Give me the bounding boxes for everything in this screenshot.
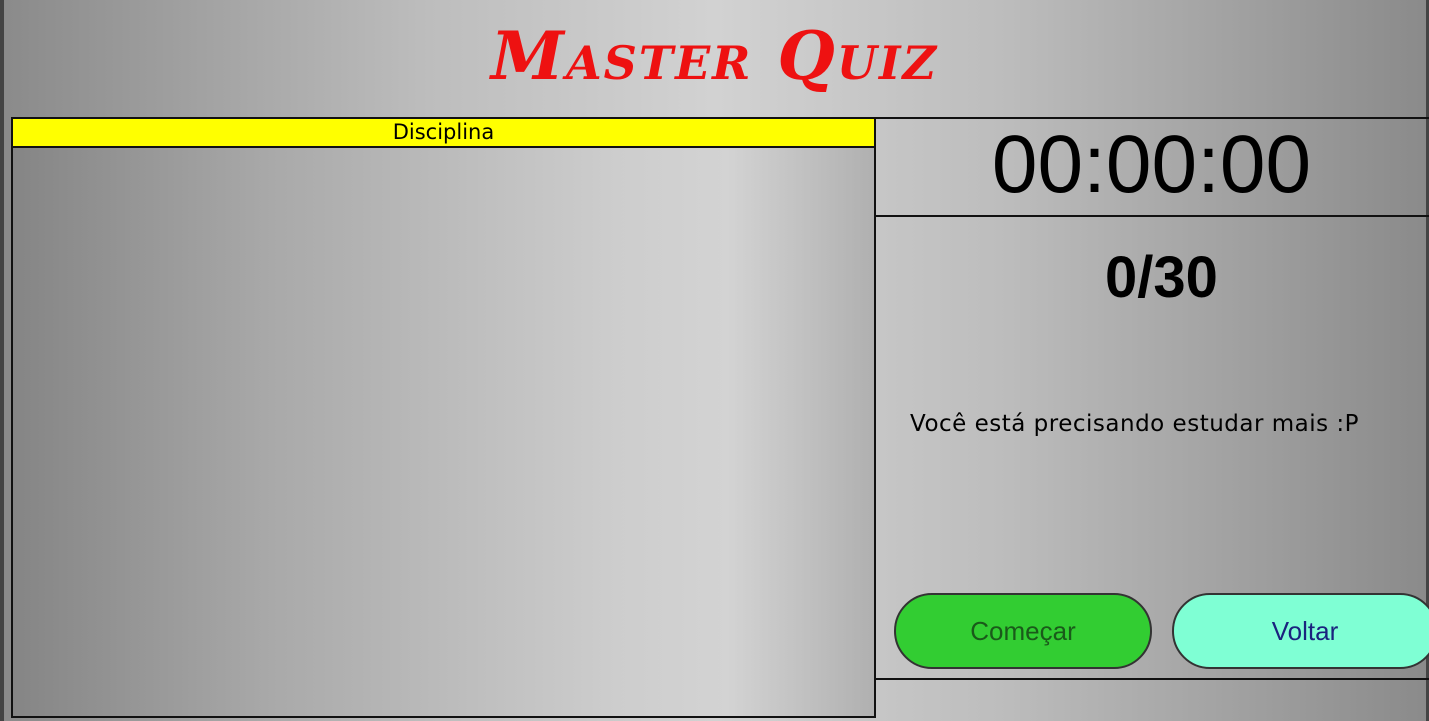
result-message: Você está precisando estudar mais :P <box>910 411 1360 437</box>
discipline-panel: Disciplina <box>11 117 876 718</box>
start-button[interactable]: Começar <box>894 593 1152 669</box>
timer-display: 00:00:00 <box>874 119 1429 217</box>
left-edge-bar <box>0 0 4 721</box>
back-button[interactable]: Voltar <box>1172 593 1429 669</box>
status-panel: 00:00:00 0/30 Você está precisando estud… <box>874 117 1429 680</box>
page-title: Master Quiz <box>490 17 939 95</box>
discipline-header: Disciplina <box>13 119 874 148</box>
score-display: 0/30 <box>1105 245 1218 310</box>
